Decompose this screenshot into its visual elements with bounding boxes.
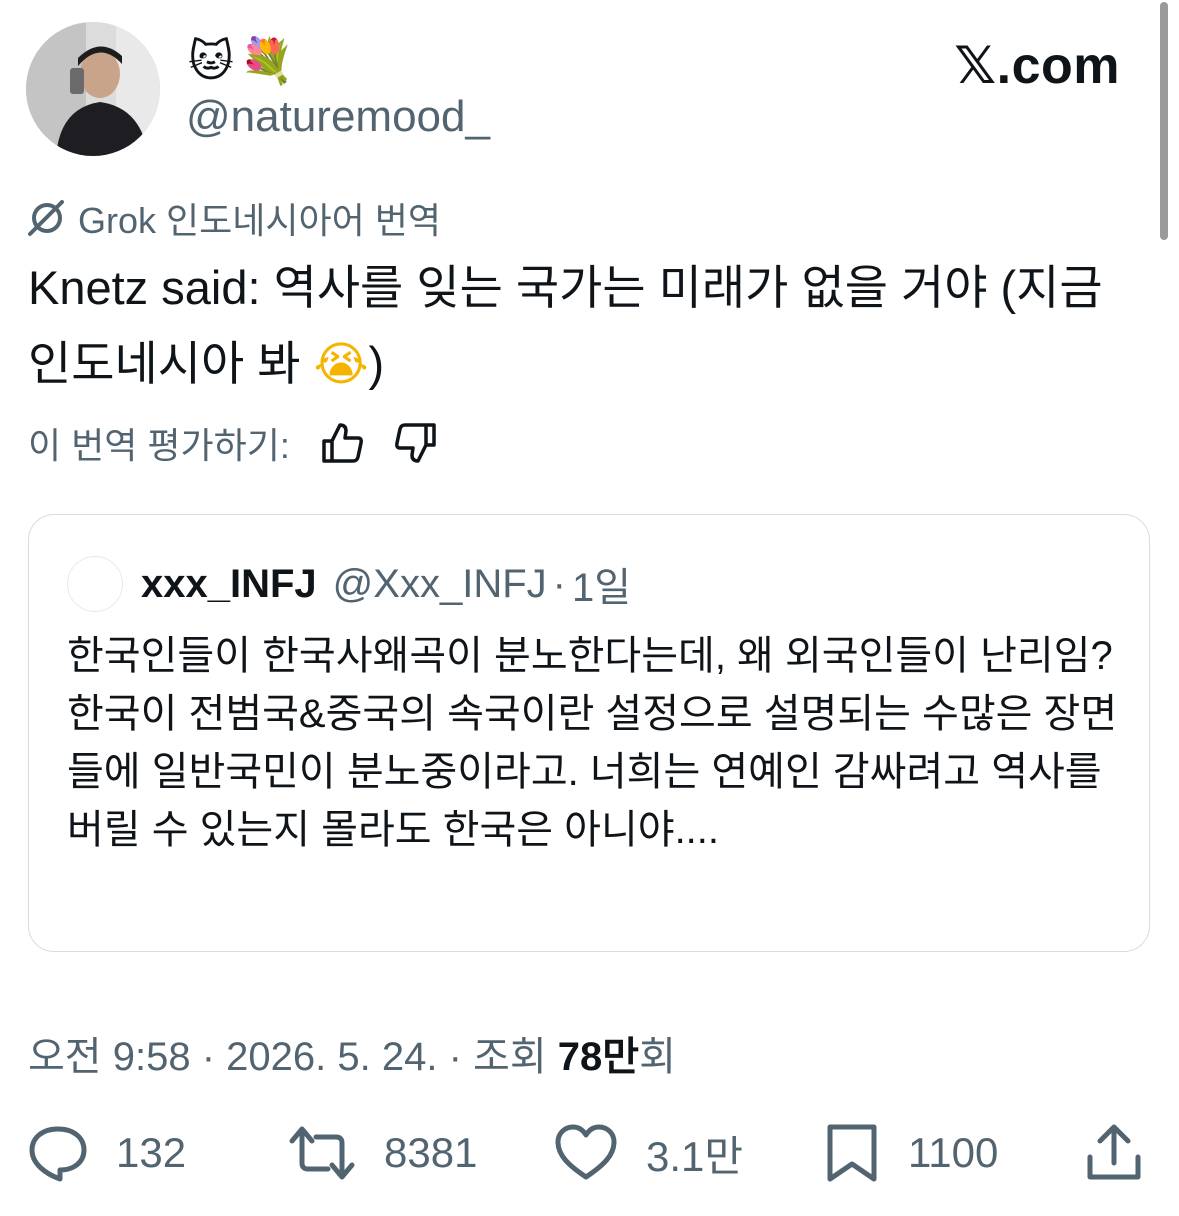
reply-button[interactable]: 132 <box>28 1118 186 1188</box>
reply-icon <box>29 1126 87 1182</box>
rate-label: 이 번역 평가하기: <box>28 425 290 466</box>
thumbs-up-button[interactable] <box>320 421 364 465</box>
quoted-tweet-header: xxx_INFJ @Xxx_INFJ · 1일 <box>67 555 631 613</box>
x-logo[interactable]: 𝕏.com <box>954 36 1120 96</box>
tweet-time[interactable]: 오전 9:58 <box>28 1035 191 1079</box>
heart-icon <box>555 1124 617 1180</box>
tweet-date[interactable]: 2026. 5. 24. <box>226 1035 437 1079</box>
scrollbar[interactable] <box>1160 2 1168 240</box>
like-count: 3.1만 <box>646 1132 744 1180</box>
action-bar: 132 8381 3.1만 1100 <box>28 1118 1148 1188</box>
quoted-separator: · <box>552 561 566 606</box>
views-label: 조회 <box>473 1035 547 1079</box>
reply-count: 132 <box>116 1129 187 1176</box>
avatar-photo-icon <box>26 22 160 156</box>
thumbs-down-icon <box>394 423 436 463</box>
repost-count: 8381 <box>384 1129 478 1176</box>
views-suffix: 회 <box>639 1035 676 1079</box>
repost-button[interactable]: 8381 <box>288 1118 477 1188</box>
meta-separator: · <box>448 1035 462 1079</box>
bookmark-count: 1100 <box>908 1129 999 1176</box>
author-name-emojis: 🐱💐 <box>188 36 301 88</box>
author-avatar[interactable] <box>26 22 160 156</box>
tweet-meta: 오전 9:58 · 2026. 5. 24. · 조회 78만회 <box>28 1024 676 1082</box>
bookmark-icon <box>827 1124 877 1182</box>
grok-icon <box>28 200 64 236</box>
tweet-text: Knetz said: 역사를 잊는 국가는 미래가 없을 거야 (지금 인도네… <box>28 250 1148 403</box>
share-icon <box>1087 1124 1141 1180</box>
quoted-display-name[interactable]: xxx_INFJ <box>141 562 317 607</box>
bouquet-emoji: 💐 <box>239 36 301 87</box>
meta-separator: · <box>201 1035 216 1079</box>
views-count: 78만 <box>557 1035 640 1079</box>
quoted-time[interactable]: 1일 <box>572 555 631 613</box>
translation-label[interactable]: Grok 인도네시아어 번역 <box>26 196 441 241</box>
quoted-tweet-text: 한국인들이 한국사왜곡이 분노한다는데, 왜 외국인들이 난리임? 한국이 전범… <box>67 634 1118 852</box>
thumbs-up-icon <box>322 423 363 463</box>
translation-provider: Grok 인도네시아어 번역 <box>78 200 441 241</box>
cat-emoji: 🐱 <box>188 36 240 87</box>
quoted-handle[interactable]: @Xxx_INFJ <box>333 562 547 607</box>
tweet-body-end: ) <box>368 337 385 390</box>
rate-translation: 이 번역 평가하기: <box>28 418 438 468</box>
like-button[interactable]: 3.1만 <box>554 1118 743 1188</box>
quoted-avatar[interactable] <box>67 556 123 612</box>
repost-icon <box>289 1126 355 1180</box>
thumbs-down-button[interactable] <box>394 421 438 465</box>
author-handle[interactable]: @naturemood_ <box>186 92 490 142</box>
tweet-body: Knetz said: 역사를 잊는 국가는 미래가 없을 거야 (지금 인도네… <box>28 261 1103 390</box>
tweet-header: 🐱💐 @naturemood_ 𝕏.com <box>26 22 1126 162</box>
share-button[interactable] <box>1084 1118 1172 1188</box>
crying-face-emoji: 😭 <box>313 337 369 392</box>
bookmark-button[interactable]: 1100 <box>824 1118 998 1188</box>
quoted-tweet[interactable]: xxx_INFJ @Xxx_INFJ · 1일 한국인들이 한국사왜곡이 분노한… <box>28 514 1150 952</box>
